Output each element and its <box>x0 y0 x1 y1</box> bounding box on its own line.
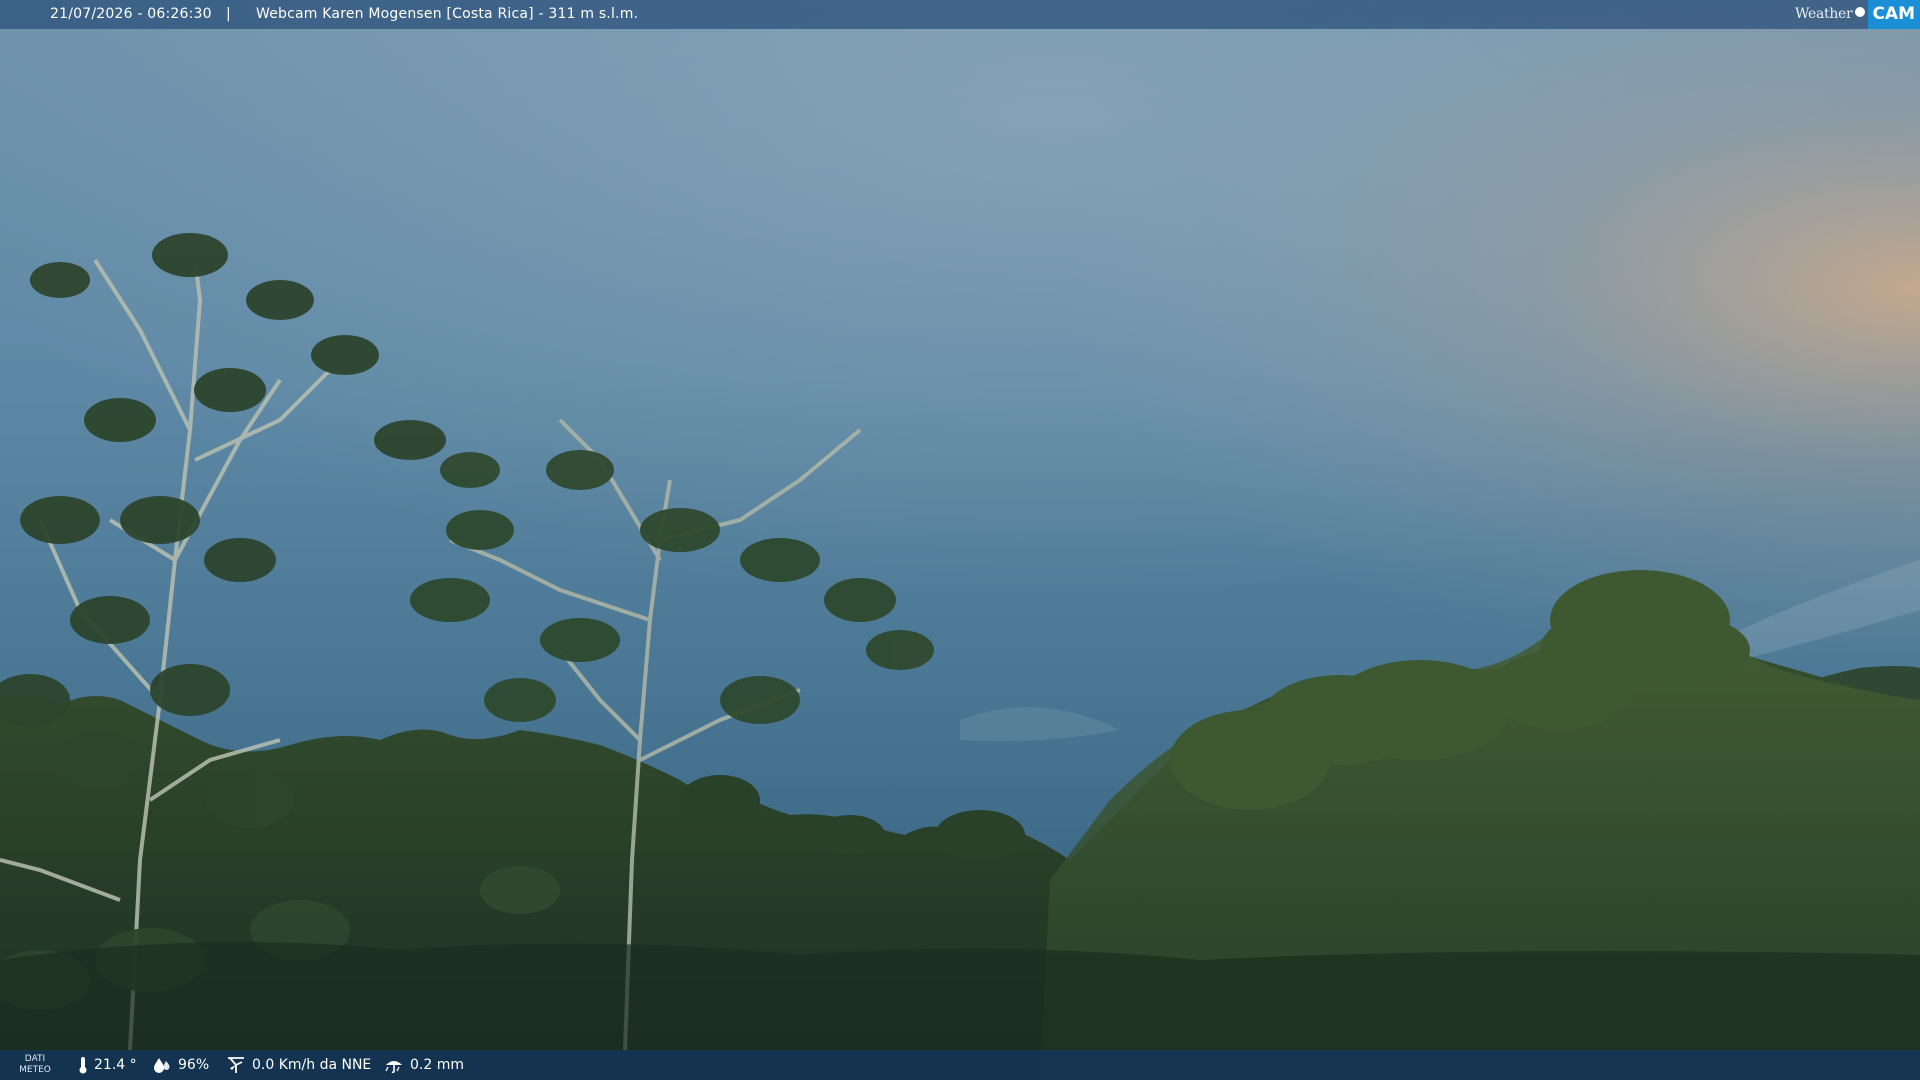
rain-gauge-icon <box>385 1061 402 1073</box>
weather-data-bar: DATI METEO 21.4 ° 96% 0.0 Km/h da NNE 0.… <box>0 1050 1920 1080</box>
webcam-scene <box>0 0 1920 1080</box>
logo-word: Weather <box>1795 6 1853 22</box>
wind-value: 0.0 Km/h da NNE <box>252 1057 372 1073</box>
rain-reading: 0.2 mm <box>384 1050 464 1080</box>
weather-data-label: DATI METEO <box>18 1054 52 1076</box>
humidity-drop-icon <box>154 1058 170 1073</box>
logo-mark: CAM <box>1868 0 1920 29</box>
title-separator: | <box>226 6 231 22</box>
temperature-reading: 21.4 ° <box>78 1050 137 1080</box>
wind-reading: 0.0 Km/h da NNE <box>226 1050 371 1080</box>
humidity-reading: 96% <box>152 1050 209 1080</box>
logo-dot-icon <box>1855 6 1866 17</box>
temperature-value: 21.4 ° <box>94 1057 137 1073</box>
wind-vane-icon <box>228 1057 244 1073</box>
webcam-title-bar: 21/07/2026 - 06:26:30 | Webcam Karen Mog… <box>0 0 1920 29</box>
webcam-frame: 21/07/2026 - 06:26:30 | Webcam Karen Mog… <box>0 0 1920 1080</box>
timestamp: 21/07/2026 - 06:26:30 <box>50 6 212 22</box>
weathercam-logo: Weather CAM <box>1795 0 1920 29</box>
weather-label-line2: METEO <box>19 1065 51 1075</box>
thermometer-icon <box>79 1057 87 1074</box>
rain-value: 0.2 mm <box>410 1057 464 1073</box>
humidity-value: 96% <box>178 1057 210 1073</box>
weather-label-line1: DATI <box>24 1054 46 1064</box>
camera-title: Webcam Karen Mogensen [Costa Rica] - 311… <box>256 6 639 22</box>
